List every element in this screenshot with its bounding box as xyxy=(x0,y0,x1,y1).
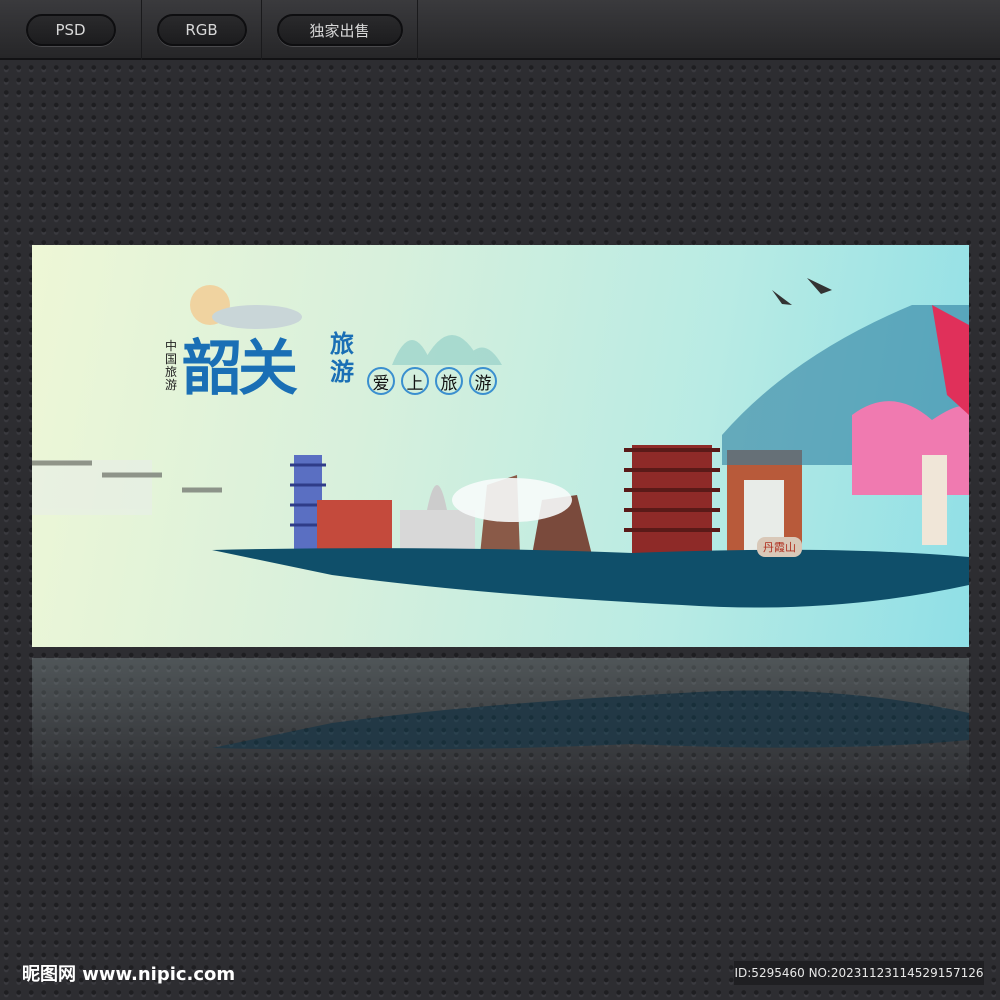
toolbar-segment: RGB xyxy=(142,0,262,60)
red-pavilion xyxy=(624,445,720,555)
banner-title: 韶关 xyxy=(182,334,298,404)
banner-reflection xyxy=(32,658,969,798)
swallow-icon xyxy=(807,278,832,294)
toolbar: PSD RGB 独家出售 xyxy=(0,0,1000,60)
banner-subtitle: 旅游 xyxy=(330,330,354,386)
vertical-slogan: 中国旅游 xyxy=(165,339,178,392)
banner-illustration xyxy=(32,278,969,608)
slogan-char: 游 xyxy=(469,367,497,395)
slogan-char: 爱 xyxy=(367,367,395,395)
swallow-icon xyxy=(772,290,792,305)
village-houses xyxy=(32,460,222,515)
exclusive-sale-button[interactable]: 独家出售 xyxy=(276,14,403,46)
slogan-char: 旅 xyxy=(435,367,463,395)
reflection-shape xyxy=(212,690,969,750)
white-pagoda xyxy=(922,455,947,545)
toolbar-segment: PSD xyxy=(0,0,142,60)
site-logo[interactable]: 昵图网 www.nipic.com xyxy=(22,960,235,986)
slogan-circles: 爱 上 旅 游 xyxy=(367,367,497,395)
toolbar-segment: 独家出售 xyxy=(262,0,418,60)
image-id-label: ID:5295460 NO:20231123114529157126 xyxy=(734,961,984,985)
ink-water xyxy=(212,548,969,608)
cloud-icon xyxy=(452,478,572,522)
rgb-button[interactable]: RGB xyxy=(156,14,247,46)
lotus-flower xyxy=(852,401,969,495)
slogan-char: 上 xyxy=(401,367,429,395)
tourism-banner: 中国旅游 韶关 旅游 爱 上 旅 游 丹霞山 xyxy=(32,245,969,647)
psd-button[interactable]: PSD xyxy=(25,14,116,46)
red-building xyxy=(317,500,392,555)
mountain-icon xyxy=(392,335,502,365)
stupa xyxy=(427,485,447,510)
rock-inscription: 丹霞山 xyxy=(757,537,802,557)
